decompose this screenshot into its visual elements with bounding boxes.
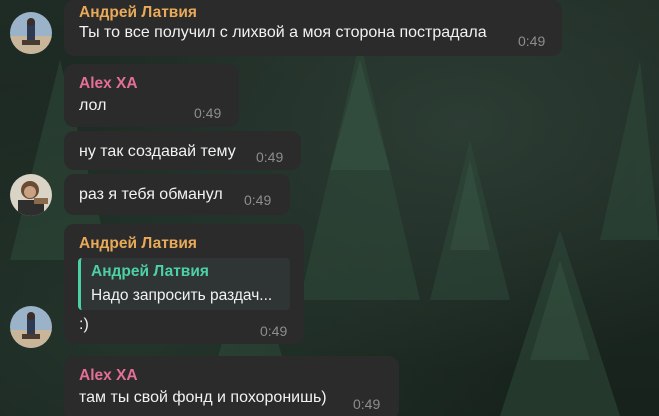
message-time: 0:49 (353, 396, 381, 412)
message-text: лол (79, 97, 107, 114)
message-text: Ты то все получил с лихвой а моя сторона… (79, 24, 487, 41)
message-time: 0:49 (256, 149, 284, 165)
message-bubble[interactable]: раз я тебя обманул 0:49 (64, 174, 290, 215)
message-bubble[interactable]: Alex XA там ты свой фонд и похоронишь) 0… (64, 356, 399, 416)
message-bubble[interactable]: Андрей Латвия Андрей Латвия Надо запроси… (64, 224, 304, 344)
message-bubble[interactable]: Андрей Латвия Ты то все получил с лихвой… (64, 0, 562, 56)
message-text: :) (79, 316, 89, 333)
message-sender[interactable]: Alex XA (79, 75, 138, 93)
message-text: раз я тебя обманул (79, 186, 223, 203)
avatar-andrey-icon[interactable] (10, 12, 52, 54)
message-sender[interactable]: Андрей Латвия (79, 4, 197, 22)
message-bubble[interactable]: ну так создавай тему 0:49 (64, 131, 301, 170)
avatar-andrey-icon[interactable] (10, 306, 52, 348)
reply-quote[interactable]: Андрей Латвия Надо запросить раздач... (78, 258, 290, 310)
message-bubble[interactable]: Alex XA лол 0:49 (64, 64, 239, 127)
avatar-alex-icon[interactable] (10, 174, 52, 216)
message-time: 0:49 (260, 323, 288, 339)
message-text: ну так создавай тему (79, 143, 236, 160)
message-sender[interactable]: Андрей Латвия (79, 235, 197, 253)
message-time: 0:49 (518, 33, 546, 49)
reply-sender: Андрей Латвия (91, 263, 209, 280)
message-time: 0:49 (194, 105, 222, 121)
message-text: там ты свой фонд и похоронишь) (79, 389, 327, 406)
reply-text: Надо запросить раздач... (91, 287, 273, 304)
message-sender[interactable]: Alex XA (79, 367, 138, 385)
message-time: 0:49 (244, 192, 272, 208)
